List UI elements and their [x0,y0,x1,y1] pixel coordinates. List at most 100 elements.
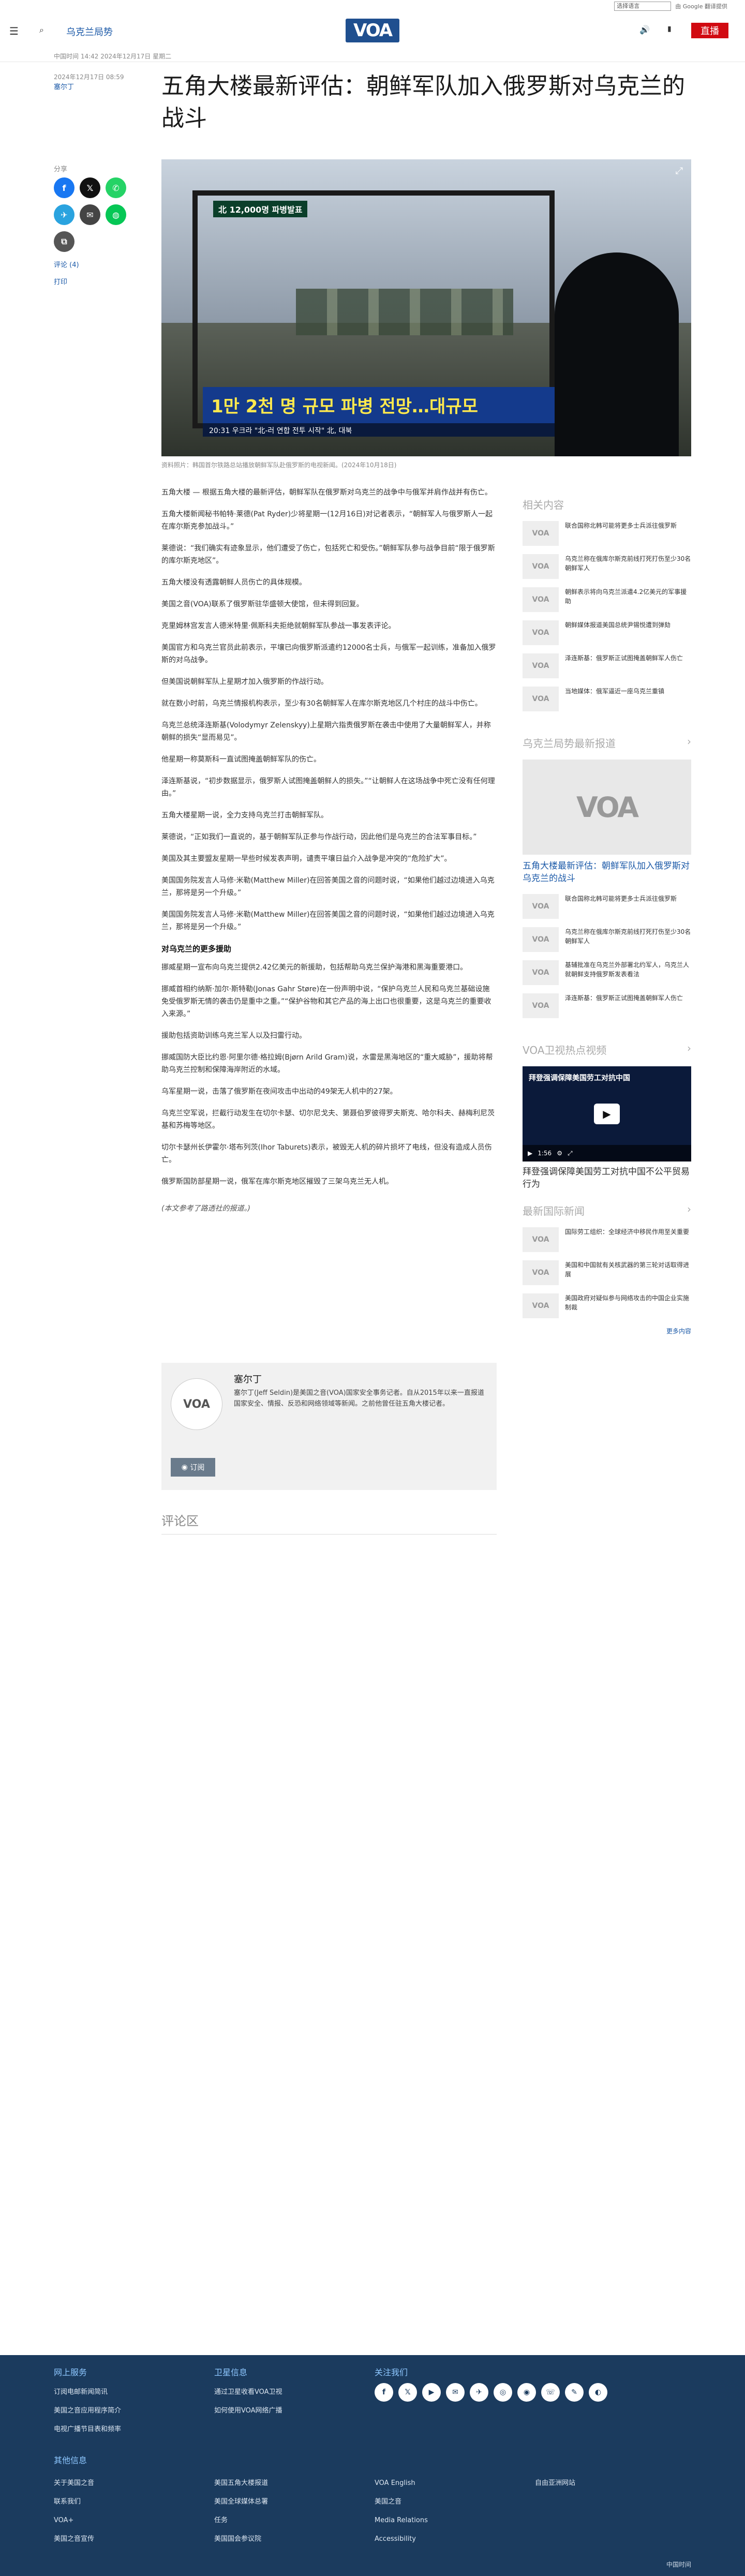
paragraph: 五角大楼星期一说，全力支持乌克兰打击朝鲜军队。 [161,811,328,820]
paragraph: 援助包括资助训练乌克兰军人以及扫雷行动。 [161,1032,306,1040]
paragraph: 俄罗斯国防部星期一说，俄军在库尔斯克地区摧毁了三架乌克兰无人机。 [161,1178,393,1186]
facebook-share-icon[interactable]: f [54,177,74,198]
thumbnail: VOA [523,687,559,711]
footer-link[interactable] [535,2511,695,2530]
footer-link[interactable]: 通过卫星收看VOA卫视 [214,2383,282,2402]
feature-thumbnail[interactable]: VOA [523,760,691,855]
list-item[interactable]: VOA 乌克兰称在俄库尔斯克前线打死打伤至少30名朝鲜军人 [523,927,691,952]
email-share-icon[interactable]: ✉ [80,204,100,225]
paragraph: 挪威首相约纳斯·加尔·斯特勒(Jonas Gahr Støre)在一份声明中说，… [161,985,491,1018]
list-item[interactable]: VOA 朝鲜表示将向乌克兰派遣4.2亿美元的军事援助 [523,587,691,612]
comments-title: 评论区 [161,1511,497,1535]
line-share-icon[interactable]: ◍ [106,204,126,225]
latest-heading[interactable]: 乌克兰局势最新报道 › [523,735,691,750]
thumbnail: VOA [523,993,559,1018]
footer-link[interactable]: 美国之音 [375,2493,535,2511]
list-item[interactable]: VOA 朝鲜媒体报道美国总统尹锡悦遭到弹劾 [523,620,691,645]
footer-online: 网上服务 订阅电邮新闻简讯 美国之音应用程序简介 电视广播节目表和频率 [54,2365,121,2439]
footer-link[interactable]: 联系我们 [54,2493,214,2511]
footer-link[interactable] [535,2530,695,2549]
author-box: VOA 塞尔丁 塞尔丁(Jeff Seldin)是美国之音(VOA)国家安全事务… [161,1363,497,1490]
expand-icon[interactable]: ⤢ [676,166,683,176]
footer-link[interactable]: 美国之音宣传 [54,2530,214,2549]
footer-link[interactable]: 美国国会参议院 [214,2530,375,2549]
audio-icon[interactable]: 🔊 [639,25,650,35]
rss-icon[interactable]: ◉ [517,2383,536,2402]
footer-link[interactable]: 电视广播节目表和频率 [54,2420,121,2439]
x-share-icon[interactable]: 𝕏 [80,177,100,198]
paragraph: 乌克兰空军说，拦截行动发生在切尔卡瑟、切尔尼戈夫、第聂伯罗彼得罗夫斯克、哈尔科夫… [161,1109,495,1130]
list-item[interactable]: VOA 联合国称北韩可能将更多士兵派往俄罗斯 [523,894,691,919]
footer-follow: 关注我们 f 𝕏 ▶ ✉ ✈ ◎ ◉ ☏ ✎ ◐ [375,2365,607,2402]
footer-link[interactable]: 任务 [214,2511,375,2530]
list-item[interactable]: VOA 当地媒体：俄军逼近一座乌克兰重镇 [523,687,691,711]
hero-korean-caption: 1만 2천 명 규모 파병 전망…대규모 [203,387,555,423]
footer-link[interactable]: 美国五角大楼报道 [214,2474,375,2493]
footer-link[interactable]: VOA+ [54,2511,214,2530]
section-link[interactable]: 乌克兰局势 [66,25,113,38]
instagram-icon[interactable]: ◎ [494,2383,512,2402]
paragraph: 就在数小时前，乌克兰情报机构表示，至少有30名朝鲜军人在库尔斯克地区几个村庄的战… [161,699,482,708]
x-icon[interactable]: 𝕏 [398,2383,417,2402]
play-small-icon[interactable]: ▶ [528,1150,532,1157]
list-item[interactable]: VOA 美国和中国就有关核武器的第三轮对话取得进展 [523,1260,691,1285]
print-link[interactable]: 打印 [54,276,137,286]
thumbnail: VOA [523,521,559,546]
intl-heading[interactable]: 最新国际新闻 › [523,1203,691,1218]
more-link[interactable]: 更多内容 [523,1327,691,1335]
list-item[interactable]: VOA 国际劳工组织：全球经济中移民作用至关重要 [523,1227,691,1252]
footer-link[interactable] [535,2493,695,2511]
paragraph: 泽连斯基说，“初步数据显示，俄罗斯人试图掩盖朝鲜人的损失。”“让朝鲜人在这场战争… [161,777,495,798]
list-item[interactable]: VOA 联合国称北韩可能将更多士兵派往俄罗斯 [523,521,691,546]
voa-logo[interactable]: VOA [346,19,399,42]
footer-link[interactable]: 订阅电邮新闻简讯 [54,2383,121,2402]
footer-link[interactable]: Accessibility [375,2530,535,2549]
list-item[interactable]: VOA 乌克兰称在俄库尔斯克前线打死打伤至少30名朝鲜军人 [523,554,691,579]
blog-icon[interactable]: ✎ [565,2383,584,2402]
list-item[interactable]: VOA 基辅批准在乌克兰外部署北约军人，乌克兰人就朝鲜支持俄罗斯发表看法 [523,960,691,985]
podcast-icon[interactable]: ☏ [541,2383,560,2402]
footer-link[interactable]: 美国之音应用程序简介 [54,2402,121,2420]
copyright: 中国时间 [666,2561,691,2568]
thumbnail: VOA [523,894,559,919]
video-heading[interactable]: VOA卫视热点视频 › [523,1042,691,1057]
footer-link[interactable]: 关于美国之音 [54,2474,214,2493]
feature-title[interactable]: 五角大楼最新评估：朝鲜军队加入俄罗斯对乌克兰的战斗 [523,860,691,885]
footer-link[interactable]: 自由亚洲网站 [535,2474,695,2493]
live-button[interactable]: 直播 [691,23,728,38]
settings-icon[interactable]: ⚙ [557,1150,562,1157]
video-title[interactable]: 拜登强调保障美国劳工对抗中国不公平贸易行为 [523,1166,691,1190]
footer-link[interactable]: 如何使用VOA网络广播 [214,2402,282,2420]
updated-date: 2024年12月17日 08:59 [54,73,124,81]
person-silhouette [555,252,679,456]
radio-icon[interactable]: ▮ [667,25,672,33]
copy-link-icon[interactable]: ⧉ [54,231,74,252]
video-player[interactable]: 拜登强调保障美国劳工对抗中国 ▶ ▶ 1:56 ⚙ ⤢ [523,1066,691,1162]
comments-link[interactable]: 评论 (4) [54,259,137,269]
author-link[interactable]: 塞尔丁 [54,83,74,91]
list-item[interactable]: VOA 泽连斯基：俄罗斯正试图掩盖朝鲜军人伤亡 [523,993,691,1018]
play-icon[interactable]: ▶ [594,1104,620,1124]
facebook-icon[interactable]: f [375,2383,393,2402]
telegram-share-icon[interactable]: ✈ [54,204,74,225]
chevron-right-icon: › [687,1203,691,1215]
paragraph: 他星期一称莫斯科一直试图掩盖朝鲜军队的伤亡。 [161,755,321,764]
telegram-icon[interactable]: ✈ [470,2383,488,2402]
list-item[interactable]: VOA 美国政府对疑似参与网络攻击的中国企业实施制裁 [523,1293,691,1318]
footer-link[interactable]: Media Relations [375,2511,535,2530]
footer-link[interactable]: 美国全球媒体总署 [214,2493,375,2511]
subscribe-button[interactable]: ◉ 订阅 [171,1458,215,1477]
video-time: 1:56 [538,1150,552,1157]
author-name[interactable]: 塞尔丁 [234,1372,262,1386]
author-bio: 塞尔丁(Jeff Seldin)是美国之音(VOA)国家安全事务记者。自从201… [234,1389,484,1408]
whatsapp-share-icon[interactable]: ✆ [106,177,126,198]
footer-link[interactable]: VOA English [375,2474,535,2493]
youtube-icon[interactable]: ▶ [422,2383,441,2402]
mobile-icon[interactable]: ◐ [589,2383,607,2402]
email-icon[interactable]: ✉ [446,2383,465,2402]
hero-ticker: 20:31 우크라 "北-러 연합 전투 시작" 北, 대북 [203,423,555,437]
fullscreen-icon[interactable]: ⤢ [568,1150,573,1157]
search-icon[interactable]: ⌕ [39,25,44,35]
hamburger-menu-icon[interactable]: ☰ [9,25,20,37]
list-item[interactable]: VOA 泽连斯基：俄罗斯正试图掩盖朝鲜军人伤亡 [523,653,691,678]
